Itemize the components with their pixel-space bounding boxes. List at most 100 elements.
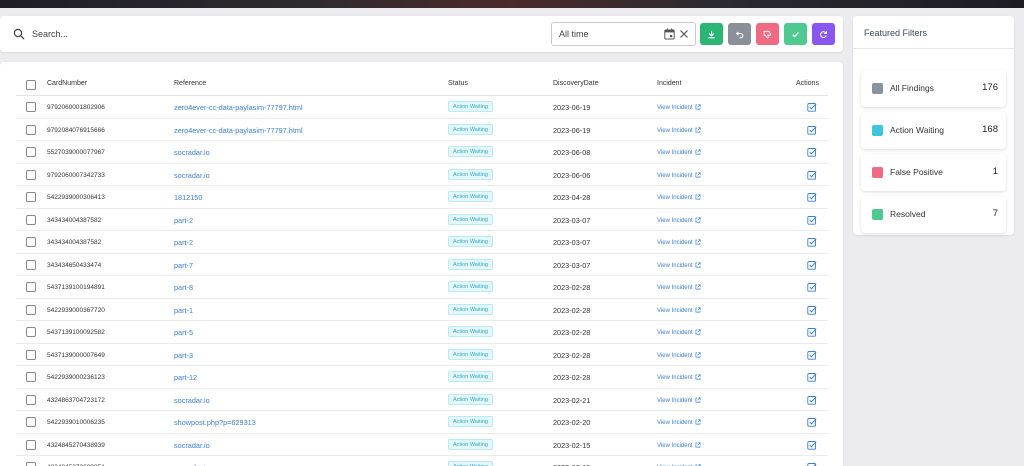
table-row[interactable]: 5437139000007649 part-3 Action Waiting 2023… — [16, 344, 828, 366]
edit-status-icon[interactable] — [807, 170, 817, 180]
table-row[interactable]: 5422939000236123 part-12 Action Waiting 202… — [16, 366, 828, 389]
edit-status-icon[interactable] — [807, 215, 817, 225]
reference-link[interactable]: zero4ever-cc-data-paylasim-77797.html — [174, 126, 303, 135]
table-row[interactable]: 9792060007342733 socradar.io Action Waitin… — [16, 164, 828, 186]
select-all-checkbox[interactable] — [26, 80, 36, 90]
row-checkbox[interactable] — [26, 237, 36, 247]
row-checkbox[interactable] — [26, 394, 36, 405]
view-incident-link[interactable]: View Incident — [657, 306, 701, 314]
row-checkbox[interactable] — [26, 147, 36, 157]
edit-status-icon[interactable] — [807, 440, 817, 450]
row-checkbox[interactable] — [26, 169, 36, 180]
edit-status-icon[interactable] — [807, 282, 817, 292]
column-header-incident[interactable]: Incident — [657, 80, 682, 87]
table-row[interactable]: 343434004387582 part-2 Action Waiting 2023-… — [16, 231, 828, 254]
reference-link[interactable]: socradar.io — [174, 441, 210, 450]
table-row[interactable]: 9792060001802906 zero4ever-cc-data-paylas… — [16, 96, 828, 119]
reference-link[interactable]: part-1 — [174, 306, 193, 315]
reference-link[interactable]: part-12 — [174, 373, 197, 382]
edit-status-icon[interactable] — [807, 417, 817, 427]
view-incident-link[interactable]: View Incident — [657, 441, 701, 449]
view-incident-link[interactable]: View Incident — [657, 216, 701, 224]
view-incident-link[interactable]: View Incident — [657, 396, 701, 404]
edit-status-icon[interactable] — [807, 192, 817, 202]
row-checkbox[interactable] — [26, 282, 36, 292]
column-header-cardnumber[interactable]: CardNumber — [47, 80, 87, 87]
reference-link[interactable]: socradar.io — [174, 148, 210, 157]
view-incident-link[interactable]: View Incident — [657, 374, 701, 381]
row-checkbox[interactable] — [26, 124, 36, 135]
table-row[interactable]: 5437139100194891 part-8 Action Waiting 2023… — [16, 276, 828, 299]
table-row[interactable]: 5437139100092582 part-5 Action Waiting 2023… — [16, 321, 828, 344]
filter-item-action-waiting[interactable]: Action Waiting 168 — [861, 112, 1006, 149]
false-positive-button[interactable] — [756, 23, 779, 45]
reference-link[interactable]: part-3 — [174, 351, 193, 360]
view-incident-link[interactable]: View Incident — [657, 126, 701, 134]
table-row[interactable]: 5422939000367720 part-1 Action Waiting 2023… — [16, 299, 828, 321]
view-incident-link[interactable]: View Incident — [657, 419, 701, 426]
undo-button[interactable] — [728, 23, 751, 45]
table-row[interactable]: 5422939000306413 1812150 Action Waiting 202… — [16, 186, 828, 209]
row-checkbox[interactable] — [26, 259, 36, 270]
edit-status-icon[interactable] — [807, 147, 817, 157]
view-incident-link[interactable]: View Incident — [657, 329, 701, 336]
edit-status-icon[interactable] — [807, 237, 817, 247]
column-header-discoverydate[interactable]: DiscoveryDate — [553, 80, 599, 87]
date-range-picker[interactable]: All time — [551, 22, 696, 46]
table-row[interactable]: 4324845270438939 socradar.io Action Waitin… — [16, 434, 828, 456]
edit-status-icon[interactable] — [807, 305, 817, 315]
reference-link[interactable]: part-2 — [174, 216, 193, 225]
search-input[interactable] — [32, 25, 432, 43]
table-row[interactable]: 4324863704723172 socradar.io Action Waitin… — [16, 389, 828, 411]
reference-link[interactable]: showpost.php?p=629313 — [174, 418, 256, 427]
filter-item-resolved[interactable]: Resolved 7 — [861, 196, 1006, 233]
reference-link[interactable]: part-2 — [174, 238, 193, 247]
row-checkbox[interactable] — [26, 439, 36, 450]
row-checkbox[interactable] — [26, 192, 36, 202]
row-checkbox[interactable] — [26, 214, 36, 225]
table-row[interactable]: 343434004387582 part-2 Action Waiting 2023-… — [16, 209, 828, 231]
edit-status-icon[interactable] — [807, 462, 817, 466]
reference-link[interactable]: socradar.io — [174, 396, 210, 405]
row-checkbox[interactable] — [26, 417, 36, 427]
clear-icon[interactable] — [679, 29, 689, 39]
filter-item-false-positive[interactable]: False Positive 1 — [861, 154, 1006, 191]
download-button[interactable] — [700, 23, 723, 45]
reference-link[interactable]: part-7 — [174, 261, 193, 270]
table-row[interactable]: 343434650433474 part-7 Action Waiting 2023-… — [16, 254, 828, 276]
edit-status-icon[interactable] — [807, 125, 817, 135]
table-row[interactable]: 5527039000077967 socradar.io Action Waitin… — [16, 141, 828, 164]
edit-status-icon[interactable] — [807, 350, 817, 360]
view-incident-link[interactable]: View Incident — [657, 104, 701, 111]
filter-item-all-findings[interactable]: All Findings 176 — [861, 70, 1006, 107]
row-checkbox[interactable] — [26, 372, 36, 382]
row-checkbox[interactable] — [26, 462, 36, 466]
edit-status-icon[interactable] — [807, 260, 817, 270]
refresh-button[interactable] — [812, 23, 835, 45]
column-header-status[interactable]: Status — [448, 80, 468, 87]
reference-link[interactable]: socradar.io — [174, 171, 210, 180]
reference-link[interactable]: 1812150 — [174, 193, 202, 202]
table-row[interactable]: 4324845272689851socradar.ioAction Waitin… — [16, 456, 828, 466]
view-incident-link[interactable]: View Incident — [657, 351, 701, 359]
view-incident-link[interactable]: View Incident — [657, 194, 701, 201]
edit-status-icon[interactable] — [807, 327, 817, 337]
view-incident-link[interactable]: View Incident — [657, 284, 701, 291]
row-checkbox[interactable] — [26, 327, 36, 337]
column-header-reference[interactable]: Reference — [174, 80, 206, 87]
row-checkbox[interactable] — [26, 304, 36, 315]
reference-link[interactable]: zero4ever-cc-data-paylasim-77797.html — [174, 103, 303, 112]
row-checkbox[interactable] — [26, 102, 36, 112]
view-incident-link[interactable]: View Incident — [657, 261, 701, 269]
view-incident-link[interactable]: View Incident — [657, 149, 701, 156]
view-incident-link[interactable]: View Incident — [657, 171, 701, 179]
resolve-button[interactable] — [784, 23, 807, 45]
edit-status-icon[interactable] — [807, 372, 817, 382]
row-checkbox[interactable] — [26, 349, 36, 360]
reference-link[interactable]: part-5 — [174, 328, 193, 337]
view-incident-link[interactable]: View Incident — [657, 239, 701, 246]
edit-status-icon[interactable] — [807, 102, 817, 112]
table-row[interactable]: 9792084076915666 zero4ever-cc-data-paylas… — [16, 119, 828, 141]
calendar-icon[interactable] — [664, 28, 675, 40]
reference-link[interactable]: part-8 — [174, 283, 193, 292]
